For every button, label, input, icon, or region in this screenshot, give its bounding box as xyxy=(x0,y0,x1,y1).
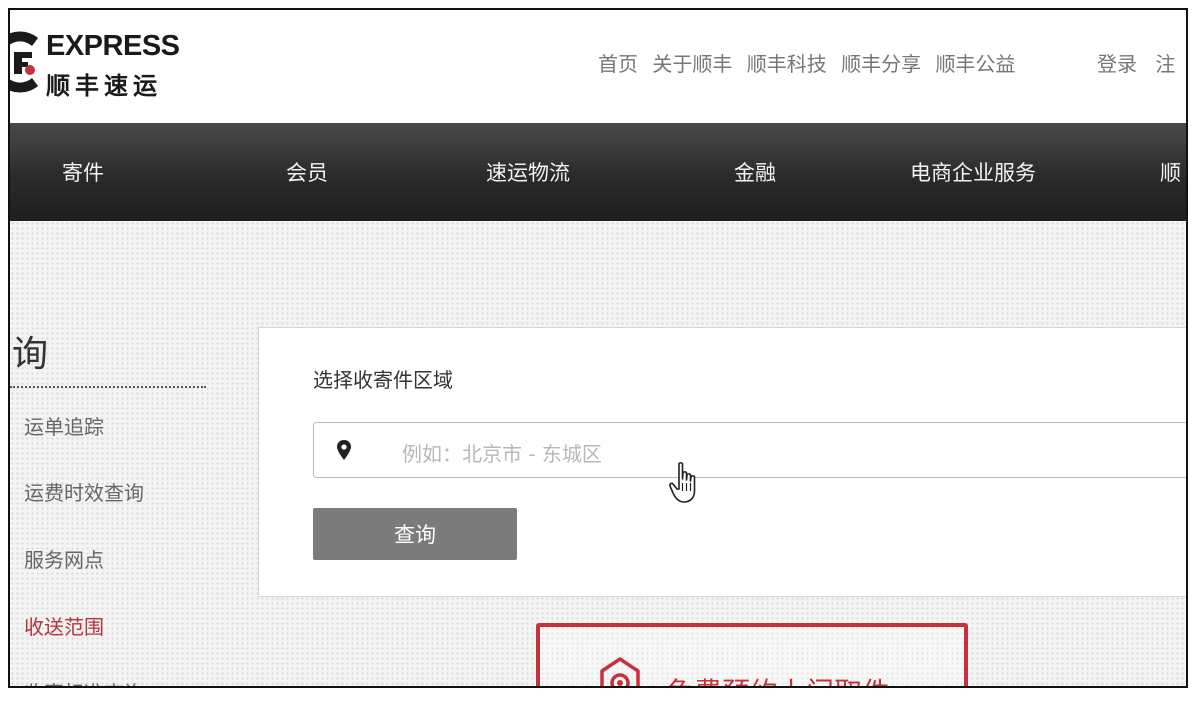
sidebar-item-rate-query[interactable]: 运费时效查询 xyxy=(24,477,144,506)
nav-ecommerce[interactable]: 电商企业服务 xyxy=(910,157,1036,187)
free-pickup-banner[interactable]: 免费预约上门取件 xyxy=(536,623,968,686)
nav-finance[interactable]: 金融 xyxy=(734,157,776,187)
login-link[interactable]: 登录 xyxy=(1097,52,1137,76)
nav-more[interactable]: 顺 xyxy=(1160,157,1181,187)
main-nav: 寄件 会员 速运物流 金融 电商企业服务 顺 xyxy=(10,123,1186,221)
sidebar-item-tracking[interactable]: 运单追踪 xyxy=(24,411,104,440)
brand-name-cn: 顺丰速运 xyxy=(46,72,162,100)
region-placeholder: 例如：北京市 - 东城区 xyxy=(402,442,602,466)
sidebar-title: 询 xyxy=(12,334,49,375)
top-nav-about[interactable]: 关于顺丰 xyxy=(652,52,732,76)
register-link[interactable]: 注 xyxy=(1155,52,1175,76)
region-label: 选择收寄件区域 xyxy=(313,368,453,392)
region-select-input[interactable]: 例如：北京市 - 东城区 xyxy=(313,422,1186,503)
sidebar-item-coverage[interactable]: 收送范围 xyxy=(24,611,104,640)
top-nav-share[interactable]: 顺丰分享 xyxy=(841,52,921,76)
top-nav-tech[interactable]: 顺丰科技 xyxy=(747,52,827,76)
nav-send[interactable]: 寄件 xyxy=(62,157,104,187)
content-area: 询 运单追踪 运费时效查询 服务网点 收送范围 收寄标准查询 选择收寄件区域 例… xyxy=(10,221,1186,686)
location-pin-icon xyxy=(337,440,351,460)
query-panel: 选择收寄件区域 例如：北京市 - 东城区 查询 xyxy=(258,327,1186,597)
hand-pointer-icon xyxy=(669,462,696,503)
browser-frame: EXPRESS 顺丰速运 首页 关于顺丰 顺丰科技 顺丰分享 顺丰公益 登录 注… xyxy=(8,8,1188,688)
brand-logo[interactable]: EXPRESS 顺丰速运 xyxy=(10,24,198,104)
auth-links: 登录 注 xyxy=(1097,48,1186,77)
sf-logo-icon xyxy=(10,31,38,93)
pickup-banner-text: 免费预约上门取件 xyxy=(666,671,890,686)
site-header: EXPRESS 顺丰速运 首页 关于顺丰 顺丰科技 顺丰分享 顺丰公益 登录 注 xyxy=(10,10,1186,123)
query-button[interactable]: 查询 xyxy=(313,508,517,560)
top-nav-home[interactable]: 首页 xyxy=(598,52,638,76)
sidebar-item-standards[interactable]: 收寄标准查询 xyxy=(24,677,144,686)
brand-name-en: EXPRESS xyxy=(46,30,180,62)
location-shield-icon xyxy=(600,657,640,686)
nav-member[interactable]: 会员 xyxy=(286,157,328,187)
top-nav: 首页 关于顺丰 顺丰科技 顺丰分享 顺丰公益 xyxy=(598,48,1023,77)
sidebar-divider xyxy=(10,386,206,388)
top-nav-charity[interactable]: 顺丰公益 xyxy=(935,52,1015,76)
nav-logistics[interactable]: 速运物流 xyxy=(486,157,570,187)
sidebar-item-service-points[interactable]: 服务网点 xyxy=(24,544,104,573)
